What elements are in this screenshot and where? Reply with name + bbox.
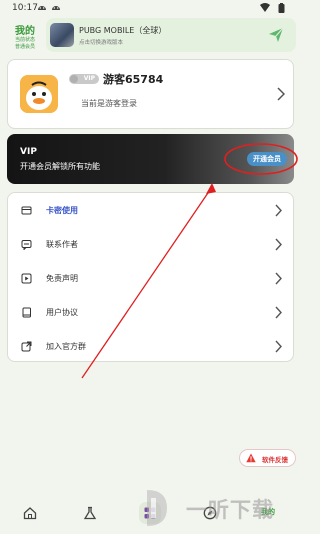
warning-icon (246, 453, 256, 463)
chevron-right-icon (275, 238, 282, 251)
vip-description: 开通会员解锁所有功能 (20, 162, 100, 171)
watermark-text: 一听下载 (186, 498, 274, 522)
game-version-card[interactable]: PUBG MOBILE（全球） 点击切换游戏版本 (46, 18, 296, 52)
watermark-logo-icon (147, 490, 167, 526)
home-icon[interactable] (23, 506, 37, 520)
header-user-status: 当前状态 (14, 37, 35, 43)
android-icon (38, 6, 46, 10)
flask-icon[interactable] (83, 506, 97, 520)
vip-title: VIP (20, 147, 37, 157)
menu-item-contact-author[interactable]: 联系作者 (8, 227, 295, 261)
profile-card[interactable]: VIP 游客65784 当前是游客登录 (7, 59, 294, 129)
menu-item-user-agreement[interactable]: 用户协议 (8, 295, 295, 329)
menu-item-join-group[interactable]: 加入官方群 (8, 329, 295, 363)
header-user: 我的 当前状态 普通会员 (8, 22, 42, 51)
menu-item-label: 加入官方群 (46, 342, 86, 351)
play-doc-icon (21, 273, 32, 284)
book-icon (22, 307, 31, 318)
menu-item-label: 用户协议 (46, 308, 78, 317)
menu-item-label: 免责声明 (46, 274, 78, 283)
menu-item-label: 卡密使用 (46, 206, 78, 215)
duck-avatar-icon (20, 75, 58, 113)
open-membership-button[interactable]: 开通会员 (247, 152, 287, 166)
software-feedback-button[interactable]: 软件反馈 (239, 449, 296, 467)
avatar (20, 75, 58, 113)
chevron-right-icon (275, 204, 282, 217)
login-status: 当前是游客登录 (81, 99, 137, 108)
game-thumbnail (50, 23, 74, 47)
settings-menu: 卡密使用 联系作者 免责声明 用户协议 加入官方群 (7, 192, 294, 362)
header-user-name: 我的 (15, 26, 35, 37)
username: 游客65784 (103, 73, 164, 86)
menu-item-disclaimer[interactable]: 免责声明 (8, 261, 295, 295)
vip-tag: VIP (69, 74, 99, 84)
battery-icon (278, 3, 285, 13)
chat-icon (21, 240, 32, 250)
menu-item-card-redeem[interactable]: 卡密使用 (8, 193, 295, 227)
game-title: PUBG MOBILE（全球） (79, 26, 167, 35)
chevron-right-icon (275, 340, 282, 353)
android-icon (52, 6, 60, 10)
game-subtitle: 点击切换游戏版本 (79, 40, 124, 46)
chevron-right-icon (275, 306, 282, 319)
menu-item-label: 联系作者 (46, 240, 78, 249)
wifi-icon (260, 3, 270, 12)
share-icon (21, 341, 32, 352)
send-icon[interactable] (268, 27, 284, 43)
card-icon (21, 206, 32, 215)
status-time: 10:17 (12, 3, 38, 13)
vip-banner[interactable]: VIP 开通会员解锁所有功能 开通会员 (7, 134, 294, 184)
status-bar: 10:17 (0, 0, 300, 18)
chevron-right-icon (277, 87, 285, 101)
chevron-right-icon (275, 272, 282, 285)
header-member-level: 普通会员 (14, 44, 35, 50)
feedback-label: 软件反馈 (262, 456, 288, 464)
